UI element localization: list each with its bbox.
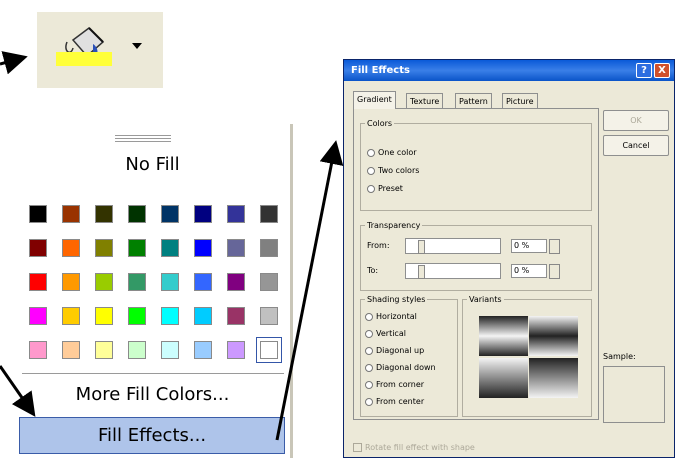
annotation-arrows <box>0 51 344 441</box>
arrow-to-dialog <box>275 140 344 441</box>
arrow-to-toolbar-button <box>0 51 28 75</box>
tab-gradient[interactable]: Gradient <box>353 91 396 109</box>
arrow-to-fill-effects <box>0 365 36 417</box>
